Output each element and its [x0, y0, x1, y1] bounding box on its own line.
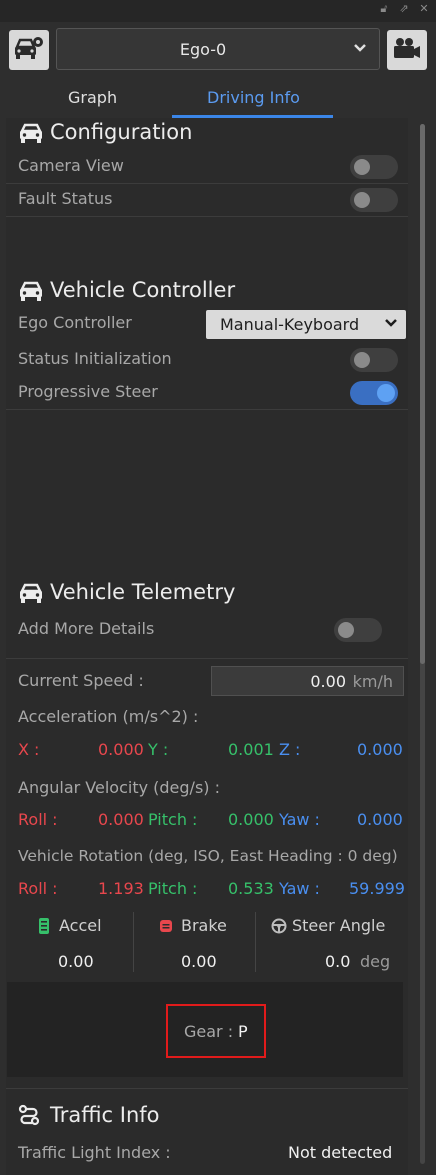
- camera-button[interactable]: [387, 30, 427, 70]
- accel-value: 0.00: [58, 952, 94, 971]
- accel-x-value: 0.000: [98, 740, 144, 759]
- angvel-roll-label: Roll :: [18, 810, 58, 829]
- fault-status-toggle[interactable]: [350, 188, 398, 212]
- angvel-pitch-label: Pitch :: [148, 810, 198, 829]
- configuration-title: Configuration: [50, 120, 193, 144]
- vehicle-select-value: Ego-0: [179, 40, 227, 59]
- status-initialization-toggle[interactable]: [350, 348, 398, 372]
- steer-angle-label: Steer Angle: [292, 916, 386, 935]
- rotation-roll-value: 1.193: [98, 879, 144, 898]
- fault-status-label: Fault Status: [18, 189, 113, 208]
- ego-controller-label: Ego Controller: [18, 313, 132, 332]
- traffic-light-index-value: Not detected: [288, 1143, 393, 1162]
- divider: [6, 658, 408, 659]
- chevron-down-icon: [354, 44, 366, 52]
- add-more-details-label: Add More Details: [18, 619, 155, 638]
- ego-controller-value: Manual-Keyboard: [220, 315, 360, 334]
- divider: [6, 409, 408, 410]
- car-icon: [20, 583, 42, 603]
- add-more-details-toggle[interactable]: [334, 618, 382, 642]
- divider: [6, 183, 408, 184]
- divider: [6, 1088, 408, 1089]
- rotation-pitch-label: Pitch :: [148, 879, 198, 898]
- angvel-yaw-value: 0.000: [357, 810, 403, 829]
- tab-driving-info[interactable]: Driving Info: [207, 88, 300, 107]
- gear-indicator: Gear : P: [166, 1004, 266, 1058]
- gear-label: Gear :: [184, 1022, 234, 1041]
- chevron-down-icon: [385, 319, 397, 327]
- rotation-pitch-value: 0.533: [228, 879, 274, 898]
- column-divider: [255, 912, 256, 972]
- vehicle-rotation-label: Vehicle Rotation (deg, ISO, East Heading…: [18, 847, 398, 865]
- tab-bar: Graph Driving Info: [0, 82, 436, 118]
- accel-pedal-icon: [39, 918, 49, 934]
- steer-angle-value: 0.0: [325, 952, 351, 971]
- divider: [6, 216, 408, 217]
- gear-value: P: [238, 1022, 248, 1041]
- close-icon[interactable]: ✕: [418, 3, 430, 15]
- status-initialization-label: Status Initialization: [18, 349, 172, 368]
- route-icon: [18, 1104, 40, 1126]
- camera-view-toggle[interactable]: [350, 155, 398, 179]
- vehicle-select[interactable]: Ego-0: [56, 28, 380, 70]
- steer-angle-unit: deg: [360, 952, 391, 971]
- current-speed-label: Current Speed :: [18, 671, 144, 690]
- vehicle-settings-button[interactable]: [9, 30, 49, 70]
- accel-x-label: X :: [18, 740, 40, 759]
- driving-info-panel: 🔓︎ ⇗ ✕ Ego-0 Graph Driving Info Configur…: [0, 0, 436, 1175]
- tab-graph[interactable]: Graph: [68, 88, 117, 107]
- angvel-roll-value: 0.000: [98, 810, 144, 829]
- column-divider: [133, 912, 134, 972]
- vehicle-toolbar: Ego-0: [0, 22, 436, 78]
- ego-controller-select[interactable]: Manual-Keyboard: [206, 310, 406, 339]
- accel-z-value: 0.000: [357, 740, 403, 759]
- brake-value: 0.00: [181, 952, 217, 971]
- brake-label: Brake: [181, 916, 227, 935]
- angvel-yaw-label: Yaw :: [279, 810, 320, 829]
- traffic-light-index-label: Traffic Light Index :: [18, 1143, 171, 1162]
- rotation-yaw-value: 59.999: [349, 879, 405, 898]
- unlock-icon[interactable]: 🔓︎: [378, 3, 390, 15]
- rotation-roll-label: Roll :: [18, 879, 58, 898]
- vehicle-controller-title: Vehicle Controller: [50, 278, 236, 302]
- vehicle-telemetry-title: Vehicle Telemetry: [50, 580, 236, 604]
- accel-y-label: Y :: [148, 740, 169, 759]
- progressive-steer-toggle[interactable]: [350, 381, 398, 405]
- car-gear-icon: [15, 37, 43, 59]
- angular-velocity-label: Angular Velocity (deg/s) :: [18, 778, 220, 797]
- popout-icon[interactable]: ⇗: [398, 3, 410, 15]
- acceleration-label: Acceleration (m/s^2) :: [18, 707, 199, 726]
- scrollbar-thumb[interactable]: [420, 124, 425, 664]
- current-speed-field: 0.00 km/h: [211, 666, 404, 696]
- window-titlebar: 🔓︎ ⇗ ✕: [0, 0, 436, 22]
- traffic-info-title: Traffic Info: [50, 1103, 160, 1127]
- rotation-yaw-label: Yaw :: [279, 879, 320, 898]
- camera-icon: [394, 38, 420, 58]
- steering-wheel-icon: [271, 918, 287, 934]
- angvel-pitch-value: 0.000: [228, 810, 274, 829]
- camera-view-label: Camera View: [18, 156, 124, 175]
- current-speed-value: 0.00: [310, 672, 346, 691]
- accel-z-label: Z :: [279, 740, 301, 759]
- progressive-steer-label: Progressive Steer: [18, 382, 158, 401]
- current-speed-unit: km/h: [352, 672, 393, 691]
- car-icon: [20, 281, 42, 301]
- accel-label: Accel: [59, 916, 102, 935]
- accel-y-value: 0.001: [228, 740, 274, 759]
- brake-pedal-icon: [160, 920, 172, 932]
- car-icon: [20, 123, 42, 143]
